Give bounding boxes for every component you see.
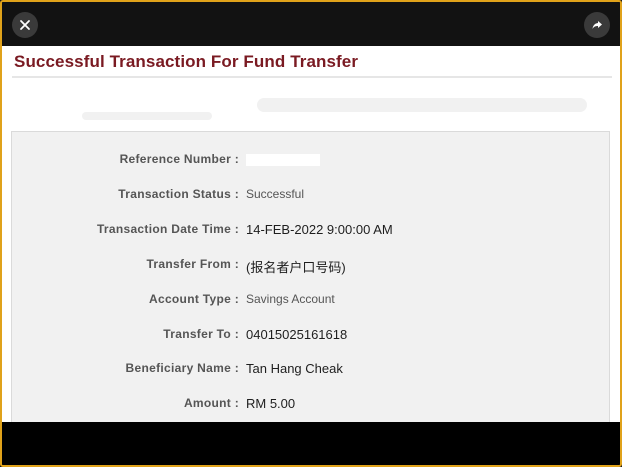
reference-number-label: Reference Number :	[119, 152, 239, 166]
transaction-status-value: Successful	[246, 187, 305, 201]
viewer-frame: Successful Transaction For Fund Transfer…	[0, 0, 622, 467]
title-divider	[12, 76, 612, 78]
transfer-to-value: 04015025161618	[246, 327, 348, 342]
share-button[interactable]	[584, 12, 610, 38]
transfer-from-row: Transfer From : (报名者户口号码)	[12, 257, 609, 275]
amount-value: RM 5.00	[246, 396, 296, 411]
page-title: Successful Transaction For Fund Transfer	[14, 52, 359, 71]
account-type-label: Account Type :	[149, 292, 239, 306]
transaction-status-label: Transaction Status :	[118, 187, 239, 201]
transaction-date-time-label: Transaction Date Time :	[96, 222, 239, 236]
amount-row: Amount : RM 5.00	[12, 396, 609, 414]
redacted-reference-box	[246, 153, 320, 166]
beneficiary-name-row: Beneficiary Name : Tan Hang Cheak	[12, 361, 609, 379]
transfer-to-row: Transfer To : 04015025161618	[12, 327, 609, 345]
transfer-from-label: Transfer From :	[146, 257, 239, 271]
close-button[interactable]	[12, 12, 38, 38]
receipt-content: Successful Transaction For Fund Transfer…	[2, 46, 620, 422]
close-icon	[20, 20, 30, 30]
viewer-toolbar	[2, 2, 620, 46]
amount-label: Amount :	[183, 396, 239, 410]
transaction-details-panel: Reference Number : Transaction Status : …	[11, 131, 610, 422]
account-type-row: Account Type : Savings Account	[12, 292, 609, 310]
transaction-date-time-row: Transaction Date Time : 14-FEB-2022 9:00…	[12, 222, 609, 240]
account-type-value: Savings Account	[246, 292, 335, 306]
share-icon	[592, 21, 602, 29]
beneficiary-name-value: Tan Hang Cheak	[246, 361, 343, 376]
reference-number-value	[246, 152, 320, 166]
faded-text-area	[82, 112, 212, 120]
faded-text-area	[257, 98, 587, 112]
beneficiary-name-label: Beneficiary Name :	[125, 361, 239, 375]
reference-number-row: Reference Number :	[12, 152, 609, 170]
viewer-bottom-bar	[2, 422, 620, 465]
transaction-status-row: Transaction Status : Successful	[12, 187, 609, 205]
transfer-to-label: Transfer To :	[163, 327, 239, 341]
transfer-from-value: (报名者户口号码)	[246, 260, 346, 275]
transaction-date-time-value: 14-FEB-2022 9:00:00 AM	[246, 222, 393, 237]
